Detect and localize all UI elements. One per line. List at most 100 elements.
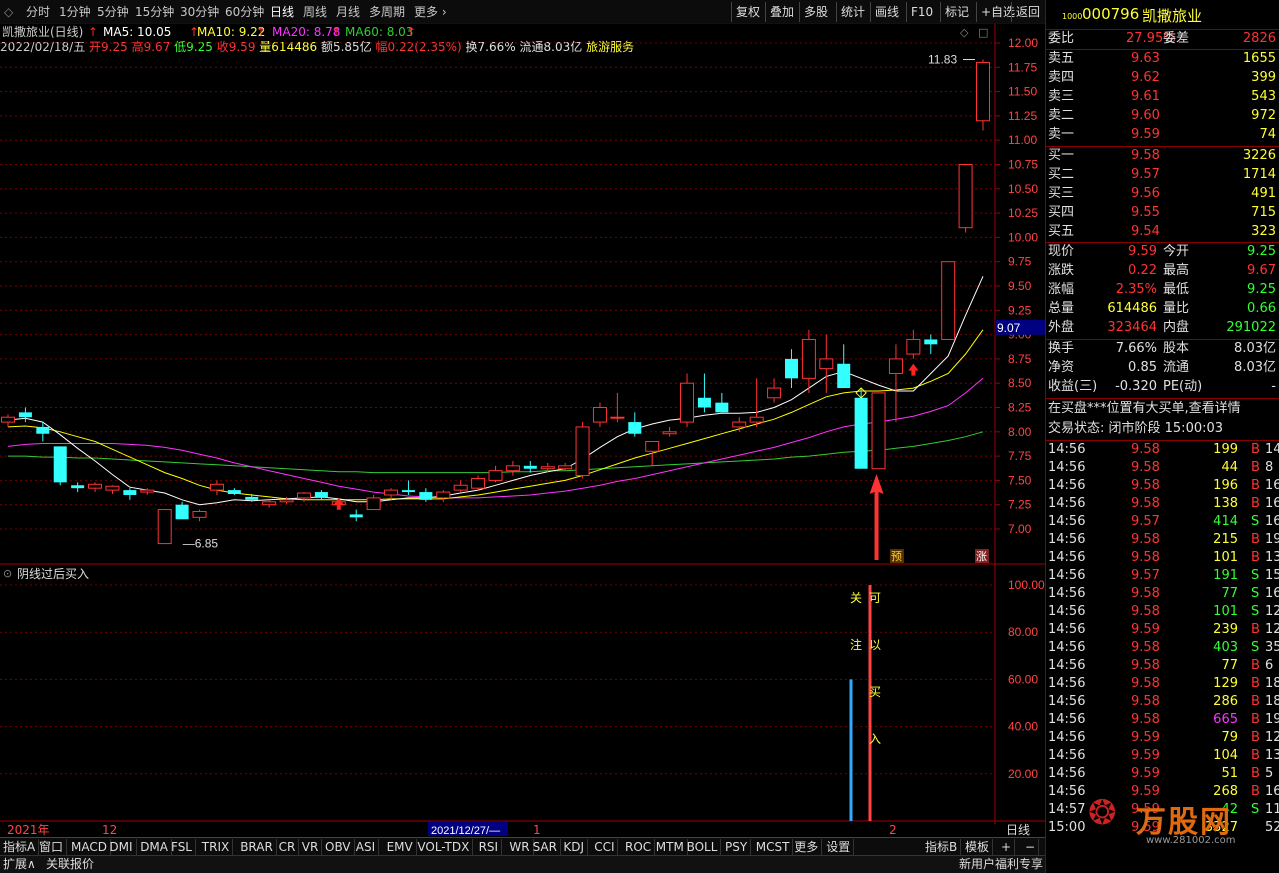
candle[interactable]	[401, 480, 415, 495]
indicator-tab[interactable]: CCI	[591, 839, 619, 855]
indicator-tab[interactable]: 指标B	[922, 839, 962, 855]
kline-chart[interactable]: 12.00 11.75 11.50 11.25 11.00 10.75 10.50 10.25…	[0, 24, 1045, 837]
indicator-tab[interactable]: MCST	[753, 839, 794, 855]
candle[interactable]	[1, 414, 15, 427]
candle[interactable]	[453, 480, 468, 493]
candle[interactable]	[262, 499, 277, 508]
indicator-tab[interactable]: PSY	[722, 839, 752, 855]
indicator-tab[interactable]: ASI	[353, 839, 380, 855]
candle[interactable]	[592, 402, 607, 427]
indicator-tab[interactable]: −	[1022, 839, 1040, 855]
candle[interactable]	[488, 465, 503, 483]
toolbar-button[interactable]: 返回	[1011, 2, 1044, 22]
candle[interactable]	[767, 378, 782, 403]
candle[interactable]	[105, 485, 120, 495]
candle[interactable]	[209, 480, 224, 495]
candle[interactable]	[976, 59, 990, 131]
candle[interactable]	[419, 488, 433, 502]
candle[interactable]	[523, 460, 537, 473]
indicator-tab[interactable]: BRAR	[237, 839, 277, 855]
candle[interactable]	[697, 373, 711, 413]
indicator-tab[interactable]: SAR	[530, 839, 561, 855]
indicator-tab[interactable]: VR	[299, 839, 323, 855]
indicator-tab[interactable]: BOLL	[684, 839, 722, 855]
candle[interactable]	[645, 441, 660, 466]
indicator-tab[interactable]: DMI	[106, 839, 137, 855]
toolbar-button[interactable]: 多股	[799, 2, 832, 22]
candle[interactable]	[157, 509, 172, 545]
indicator-tab[interactable]: FSL	[168, 839, 196, 855]
candle[interactable]	[924, 334, 938, 355]
indicator-tab[interactable]: KDJ	[560, 839, 589, 855]
timeframe-tab[interactable]: 更多 ›	[410, 0, 451, 24]
indicator-tab[interactable]: CR	[276, 839, 300, 855]
candle[interactable]	[628, 412, 642, 437]
indicator-tab[interactable]: 窗口	[36, 839, 68, 855]
candle[interactable]	[123, 488, 137, 500]
indicator-tab[interactable]: 更多	[791, 839, 823, 855]
candle[interactable]	[192, 509, 207, 522]
new-user-link[interactable]: 新用户福利专享	[959, 856, 1043, 873]
indicator-tab[interactable]: OBV	[322, 839, 355, 855]
candle[interactable]	[662, 426, 677, 437]
timeframe-tab[interactable]: 日线	[266, 0, 298, 24]
timeframe-tab[interactable]: 60分钟	[221, 0, 268, 24]
candle[interactable]	[680, 373, 695, 427]
toolbar-button[interactable]: 标记	[940, 2, 973, 22]
candle[interactable]	[575, 422, 590, 479]
candle[interactable]	[366, 494, 381, 511]
indicator-tab[interactable]: EMV	[384, 839, 417, 855]
indicator-tab[interactable]: VOL-TDX	[414, 839, 474, 855]
diamond-icon[interactable]: ◇	[960, 26, 969, 39]
toolbar-button[interactable]: F10	[906, 2, 937, 22]
candle[interactable]	[18, 407, 32, 423]
timeframe-tab[interactable]: 5分钟	[93, 0, 133, 24]
timeframe-tab[interactable]: 1分钟	[55, 0, 95, 24]
candle[interactable]	[227, 488, 241, 495]
indicator-tab[interactable]: MACD	[68, 839, 111, 855]
timeframe-tab[interactable]: 分时	[22, 0, 54, 24]
candle[interactable]	[471, 475, 486, 491]
candle[interactable]	[53, 446, 67, 486]
timeframe-tab[interactable]: 月线	[332, 0, 364, 24]
candle[interactable]	[349, 509, 363, 522]
indicator-tab[interactable]: DMA	[137, 839, 172, 855]
collapse-icon[interactable]: ⊙	[3, 567, 12, 580]
indicator-tab[interactable]: ROC	[622, 839, 656, 855]
expand-button[interactable]: 扩展∧	[3, 856, 36, 873]
indicator-tab[interactable]: RSI	[476, 839, 503, 855]
toolbar-button[interactable]: 复权	[731, 2, 764, 22]
candle[interactable]	[88, 482, 103, 493]
candle[interactable]	[296, 492, 311, 502]
indicator-tab[interactable]: MTM	[653, 839, 688, 855]
candle[interactable]	[314, 490, 328, 500]
box-icon[interactable]: □	[978, 26, 988, 39]
timeframe-tab[interactable]: 30分钟	[176, 0, 223, 24]
timeframe-tab[interactable]: 15分钟	[131, 0, 178, 24]
candle[interactable]	[819, 334, 834, 393]
timeframe-tab[interactable]: 多周期	[365, 0, 409, 24]
candle[interactable]	[854, 388, 868, 469]
indicator-tab[interactable]: TRIX	[199, 839, 234, 855]
candle[interactable]	[732, 417, 747, 432]
candle[interactable]	[71, 482, 85, 493]
toolbar-button[interactable]: 画线	[870, 2, 903, 22]
toolbar-button[interactable]: 叠加	[765, 2, 798, 22]
candle[interactable]	[505, 460, 520, 476]
indicator-tab[interactable]: 设置	[823, 839, 855, 855]
toolbar-button[interactable]: 统计	[836, 2, 869, 22]
candle[interactable]	[941, 261, 956, 340]
candle[interactable]	[384, 488, 399, 500]
candle[interactable]	[958, 164, 973, 233]
indicator-tab[interactable]: +	[998, 839, 1016, 855]
candle[interactable]	[784, 349, 798, 389]
candle[interactable]	[837, 344, 851, 389]
indicator-tab[interactable]: 指标A	[0, 839, 40, 855]
candle[interactable]	[906, 329, 921, 359]
timeframe-tab[interactable]: 周线	[299, 0, 331, 24]
indicator-tab[interactable]: 模板	[962, 839, 994, 855]
notice-row[interactable]: 在买盘***位置有大买单,查看详情	[1046, 400, 1279, 418]
candle[interactable]	[749, 378, 764, 427]
candle[interactable]	[801, 329, 816, 393]
candle[interactable]	[715, 392, 729, 413]
